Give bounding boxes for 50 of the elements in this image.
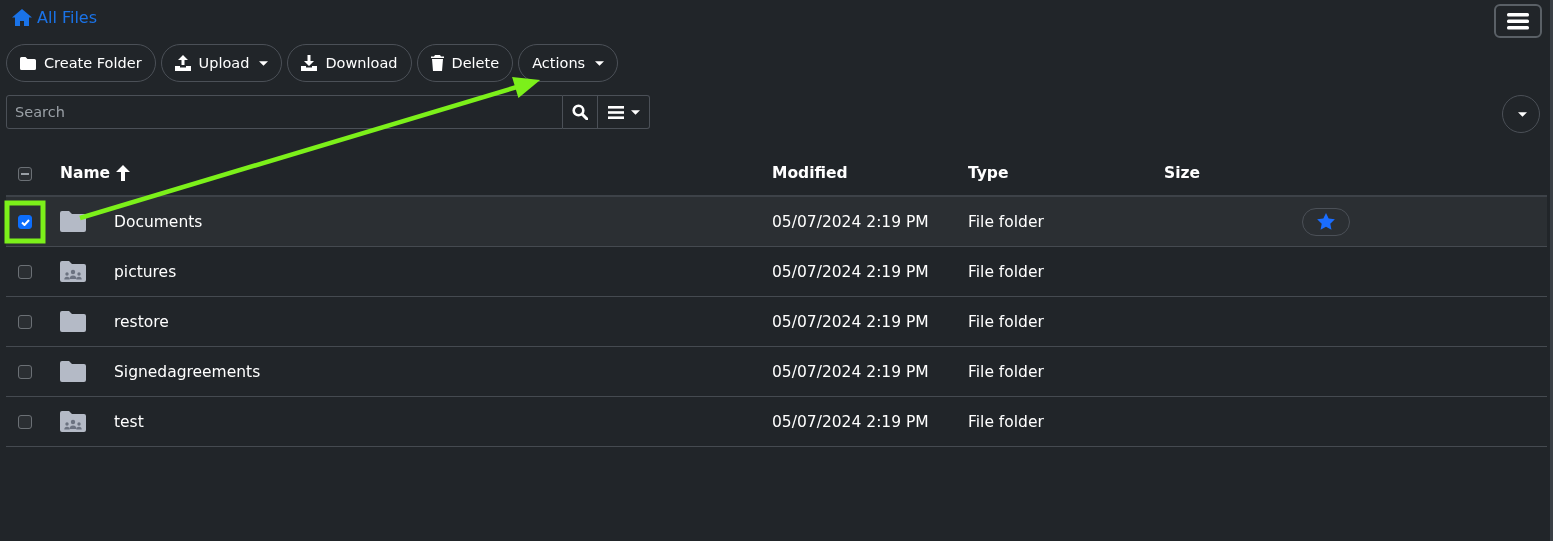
folder-icon	[20, 56, 36, 70]
row-checkbox[interactable]	[18, 215, 32, 229]
caret-icon	[259, 60, 269, 66]
row-checkbox[interactable]	[18, 365, 32, 379]
highlight-box	[4, 200, 46, 244]
modified-date: 05/07/2024 2:19 PM	[772, 412, 929, 431]
star-icon	[1317, 213, 1335, 230]
trash-icon	[430, 55, 444, 71]
file-name[interactable]: pictures	[114, 262, 177, 281]
modified-date: 05/07/2024 2:19 PM	[772, 262, 929, 281]
modified-date: 05/07/2024 2:19 PM	[772, 362, 929, 381]
column-header[interactable]: Size	[1164, 164, 1200, 182]
view-options-button[interactable]	[598, 95, 650, 129]
home-icon	[12, 9, 32, 26]
upload-icon	[174, 55, 191, 71]
file-name[interactable]: Documents	[114, 212, 203, 231]
download-icon	[301, 55, 318, 71]
file-type: File folder	[968, 362, 1044, 381]
minus-icon	[21, 172, 29, 175]
column-header[interactable]: Type	[968, 164, 1009, 182]
shared-folder-icon	[60, 411, 86, 432]
menu-button[interactable]	[1494, 4, 1542, 38]
row-checkbox[interactable]	[18, 265, 32, 279]
caret-icon	[1517, 111, 1527, 117]
file-type: File folder	[968, 262, 1044, 281]
row-checkbox[interactable]	[18, 315, 32, 329]
search-field[interactable]: Search	[6, 95, 563, 129]
modified-date: 05/07/2024 2:19 PM	[772, 212, 929, 231]
column-header[interactable]: Modified	[772, 164, 848, 182]
file-type: File folder	[968, 312, 1044, 331]
list-icon	[607, 105, 624, 119]
file-name[interactable]: restore	[114, 312, 169, 331]
check-icon	[20, 218, 30, 226]
file-type: File folder	[968, 212, 1044, 231]
column-header[interactable]: Name	[60, 164, 131, 182]
folder-icon	[60, 311, 86, 332]
row-checkbox[interactable]	[18, 415, 32, 429]
menu-icon	[1507, 12, 1529, 30]
select-all-checkbox[interactable]	[18, 166, 32, 181]
caret-icon	[595, 60, 605, 66]
folder-icon	[60, 211, 86, 232]
search-icon	[572, 104, 588, 120]
folder-icon	[60, 361, 86, 382]
modified-date: 05/07/2024 2:19 PM	[772, 312, 929, 331]
file-type: File folder	[968, 412, 1044, 431]
shared-folder-icon	[60, 261, 86, 282]
caret-icon	[630, 109, 640, 115]
file-name[interactable]: Signedagreements	[114, 362, 261, 381]
search-button[interactable]	[563, 95, 598, 129]
file-name[interactable]: test	[114, 412, 144, 431]
